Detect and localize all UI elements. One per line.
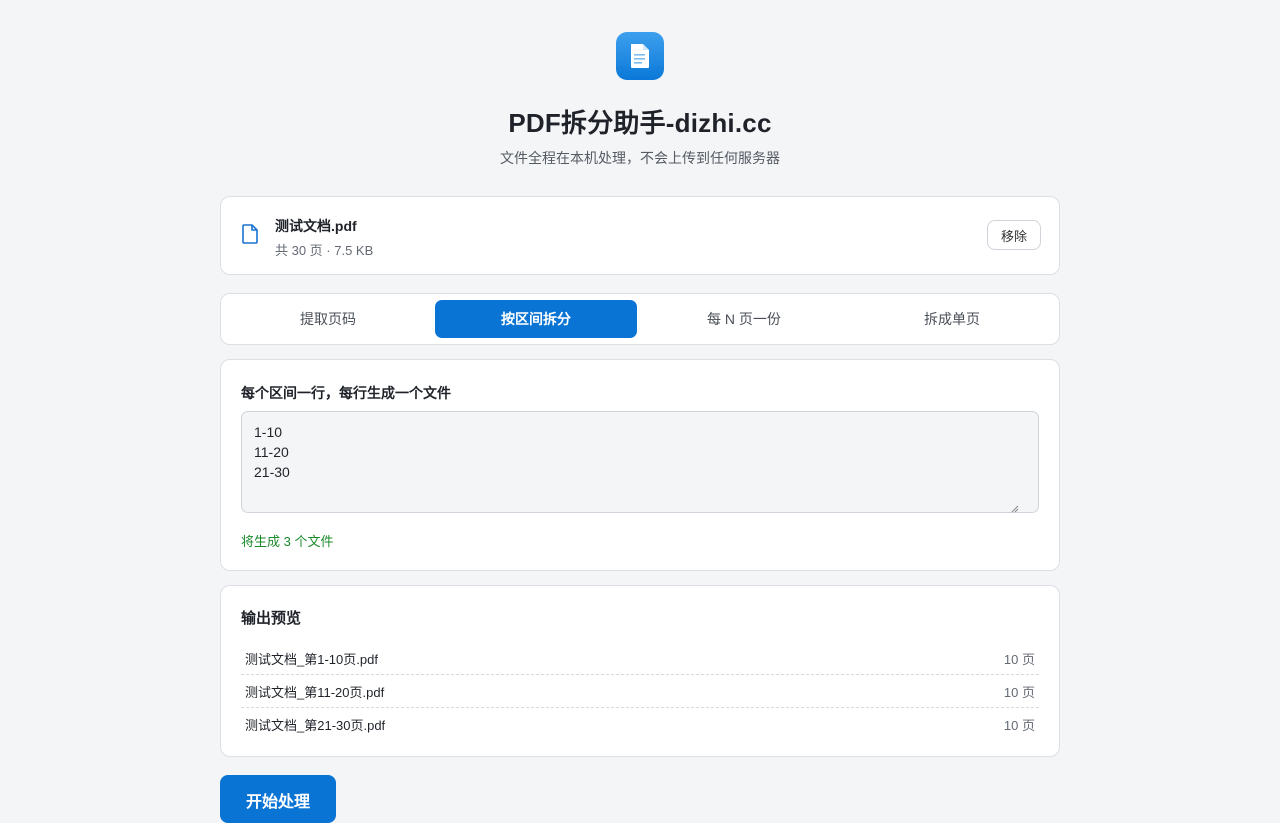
output-file-name: 测试文档_第21-30页.pdf bbox=[245, 718, 386, 733]
preview-card: 输出预览 测试文档_第1-10页.pdf 10 页 测试文档_第11-20页.p… bbox=[220, 585, 1060, 757]
file-count-hint: 将生成 3 个文件 bbox=[241, 534, 334, 549]
range-textarea[interactable]: 1-10 11-20 21-30 bbox=[241, 411, 1039, 513]
remove-file-button[interactable]: 移除 bbox=[987, 220, 1041, 250]
page-subtitle: 文件全程在本机处理，不会上传到任何服务器 bbox=[500, 150, 780, 166]
tab-split-by-range[interactable]: 按区间拆分 bbox=[435, 300, 637, 338]
list-item: 测试文档_第21-30页.pdf 10 页 bbox=[241, 708, 1039, 741]
range-label: 每个区间一行，每行生成一个文件 bbox=[241, 385, 451, 401]
file-card: 测试文档.pdf 共 30 页 · 7.5 KB 移除 bbox=[220, 196, 1060, 275]
start-processing-button[interactable]: 开始处理 bbox=[220, 775, 336, 823]
output-file-name: 测试文档_第11-20页.pdf bbox=[245, 684, 385, 700]
output-page-count: 10 页 bbox=[1003, 684, 1035, 700]
output-page-count: 10 页 bbox=[1003, 651, 1035, 667]
output-file-name: 测试文档_第1-10页.pdf bbox=[245, 651, 378, 667]
tab-every-n-pages[interactable]: 每 N 页一份 bbox=[643, 300, 845, 338]
resize-grip-icon[interactable] bbox=[1009, 500, 1057, 568]
tab-extract-pages[interactable]: 提取页码 bbox=[227, 300, 429, 338]
tab-single-pages[interactable]: 拆成单页 bbox=[851, 300, 1053, 338]
output-page-count: 10 页 bbox=[1003, 718, 1035, 733]
preview-list: 测试文档_第1-10页.pdf 10 页 测试文档_第11-20页.pdf 10… bbox=[241, 642, 1039, 741]
list-item: 测试文档_第11-20页.pdf 10 页 bbox=[241, 675, 1039, 708]
mode-tabs: 提取页码 按区间拆分 每 N 页一份 拆成单页 bbox=[220, 293, 1060, 345]
preview-title: 输出预览 bbox=[241, 610, 302, 627]
page-title: PDF拆分助手-dizhi.cc bbox=[508, 108, 772, 138]
document-icon bbox=[616, 32, 664, 80]
range-card: 每个区间一行，每行生成一个文件 1-10 11-20 21-30 将生成 3 个… bbox=[220, 359, 1060, 571]
list-item: 测试文档_第1-10页.pdf 10 页 bbox=[241, 642, 1039, 675]
file-icon bbox=[241, 224, 259, 249]
file-name: 测试文档.pdf bbox=[275, 218, 357, 234]
file-meta: 共 30 页 · 7.5 KB bbox=[275, 243, 374, 258]
